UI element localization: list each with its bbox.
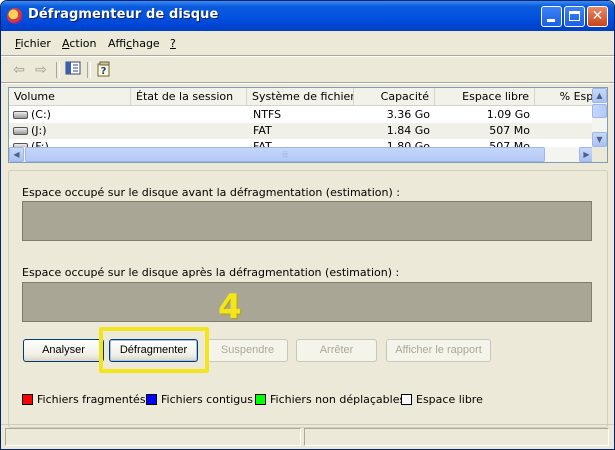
maximize-button[interactable] <box>564 6 585 27</box>
status-pane-right <box>304 428 609 446</box>
menu-action[interactable]: Action <box>62 37 96 50</box>
menu-fichier[interactable]: Fichier <box>15 37 51 50</box>
view-report-button[interactable]: Afficher le rapport <box>386 339 491 362</box>
horizontal-scrollbar[interactable]: ◀ ⦙⦙⦙ ▶ <box>9 147 594 162</box>
legend-swatch-blue <box>146 394 157 405</box>
before-defrag-display <box>22 201 592 241</box>
scrollbar-corner <box>592 147 607 162</box>
scroll-down-button[interactable]: ▼ <box>592 132 607 147</box>
minimize-icon <box>547 19 555 22</box>
toolbar: ⇦ ⇨ ? <box>1 58 614 82</box>
table-row[interactable]: (J:) FAT 1.84 Go 507 Mo <box>9 123 594 139</box>
menu-help-label: ? <box>170 37 176 50</box>
legend-swatch-white <box>401 394 412 405</box>
forward-arrow-icon[interactable]: ⇨ <box>32 61 50 79</box>
toolbar-separator <box>56 62 60 78</box>
legend-swatch-red <box>22 394 33 405</box>
capacity-cell: 1.80 Go <box>386 140 430 147</box>
after-defrag-label: Espace occupé sur le disque après la déf… <box>22 266 400 279</box>
column-header-session-state[interactable]: État de la session <box>131 88 247 105</box>
volume-list-header: Volume État de la session Système de fic… <box>9 88 600 106</box>
menu-help[interactable]: ? <box>170 37 176 50</box>
svg-text:?: ? <box>101 66 107 77</box>
menu-affichage-label-start: Affi <box>108 37 127 50</box>
console-tree-icon[interactable] <box>64 61 82 79</box>
after-defrag-display <box>22 282 592 322</box>
status-bar <box>1 424 614 449</box>
step-number-label: 4 <box>218 287 242 327</box>
toolbar-separator-line <box>1 82 614 84</box>
file-system-cell: FAT <box>253 124 272 137</box>
vertical-scroll-thumb[interactable] <box>592 104 607 118</box>
volume-cell: (C:) <box>31 108 51 121</box>
close-icon: ✕ <box>591 8 604 24</box>
hard-drive-icon <box>13 127 28 135</box>
status-pane-left <box>5 428 301 446</box>
legend-fragmented: Fichiers fragmentés <box>22 393 146 406</box>
toolbar-separator <box>87 62 91 78</box>
legend-label: Fichiers fragmentés <box>37 393 146 406</box>
free-space-cell: 507 Mo <box>489 140 530 147</box>
table-row-partial[interactable]: (F:) FAT 1.80 Go 507 Mo <box>9 139 594 147</box>
help-icon[interactable]: ? <box>95 61 113 79</box>
defragmenter-window: Défragmenteur de disque ✕ Fichier Action… <box>0 0 615 450</box>
menu-action-label: ction <box>69 37 97 50</box>
menu-bar: Fichier Action Affichage ? <box>1 34 614 54</box>
volume-cell: (F:) <box>31 140 49 147</box>
title-bar[interactable]: Défragmenteur de disque ✕ <box>1 1 614 31</box>
before-defrag-label: Espace occupé sur le disque avant la déf… <box>22 186 400 199</box>
stop-button[interactable]: Arrêter <box>296 339 377 362</box>
column-header-file-system[interactable]: Système de fichiers <box>247 88 354 105</box>
legend-free-space: Espace libre <box>401 393 483 406</box>
window-title: Défragmenteur de disque <box>28 7 219 22</box>
free-space-cell: 1.09 Go <box>486 108 530 121</box>
back-arrow-icon[interactable]: ⇦ <box>10 61 28 79</box>
column-header-capacity[interactable]: Capacité <box>354 88 435 105</box>
defrag-app-icon <box>7 8 23 24</box>
close-button[interactable]: ✕ <box>587 6 608 27</box>
pause-button[interactable]: Suspendre <box>207 339 288 362</box>
column-header-free-space[interactable]: Espace libre <box>435 88 535 105</box>
legend-swatch-green <box>255 394 266 405</box>
legend-label: Fichiers contigus <box>161 393 253 406</box>
analyze-button[interactable]: Analyser <box>23 339 104 362</box>
legend-contiguous: Fichiers contigus <box>146 393 253 406</box>
scroll-up-button[interactable]: ▲ <box>592 88 607 103</box>
menu-affichage[interactable]: Affichage <box>108 37 160 50</box>
table-row[interactable]: (C:) NTFS 3.36 Go 1.09 Go <box>9 107 594 123</box>
maximize-icon <box>569 11 580 21</box>
step-highlight-box <box>99 327 209 373</box>
volume-list[interactable]: Volume État de la session Système de fic… <box>8 87 608 163</box>
vertical-scrollbar[interactable]: ▲ ▼ <box>592 88 607 147</box>
legend-label: Fichiers non déplaçables <box>270 393 406 406</box>
menu-fichier-label: ichier <box>20 37 51 50</box>
horizontal-scroll-thumb[interactable]: ⦙⦙⦙ <box>25 147 545 162</box>
hard-drive-icon <box>13 111 28 119</box>
menu-affichage-label-end: hage <box>132 37 160 50</box>
menu-separator <box>1 55 614 57</box>
capacity-cell: 3.36 Go <box>386 108 430 121</box>
column-header-volume[interactable]: Volume <box>9 88 131 105</box>
file-system-cell: FAT <box>253 140 272 147</box>
scroll-left-button[interactable]: ◀ <box>9 147 24 162</box>
volume-cell: (J:) <box>31 124 47 137</box>
legend-unmovable: Fichiers non déplaçables <box>255 393 405 406</box>
minimize-button[interactable] <box>541 6 562 27</box>
file-system-cell: NTFS <box>253 108 282 121</box>
free-space-cell: 507 Mo <box>489 124 530 137</box>
capacity-cell: 1.84 Go <box>386 124 430 137</box>
legend-label: Espace libre <box>416 393 483 406</box>
